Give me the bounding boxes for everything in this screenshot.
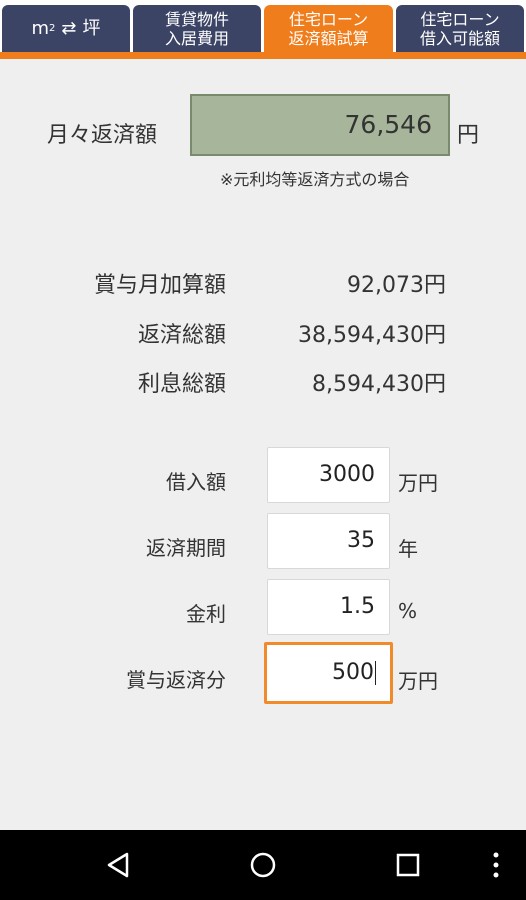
menu-icon: [493, 852, 499, 878]
recents-button[interactable]: [378, 830, 438, 900]
tab-area-converter[interactable]: m2 ⇄ 坪: [2, 5, 130, 52]
system-navigation-bar: [0, 830, 526, 900]
recents-icon: [396, 853, 420, 877]
monthly-payment-label: 月々返済額: [47, 123, 158, 148]
home-button[interactable]: [233, 830, 293, 900]
tab-bar: m2 ⇄ 坪 賃貸物件 入居費用 住宅ローン 返済額試算 住宅ローン 借入可能額: [0, 0, 526, 59]
repayment-period-unit: 年: [398, 537, 418, 561]
bonus-repayment-value: 500: [332, 660, 374, 685]
bonus-repayment-field[interactable]: 500: [264, 642, 393, 704]
tab-loan-capacity-line2: 借入可能額: [419, 28, 500, 48]
total-repayment-value: 38,594,430円: [298, 323, 446, 348]
back-button[interactable]: [88, 830, 148, 900]
bonus-repayment-unit: 万円: [398, 669, 438, 693]
menu-button[interactable]: [466, 830, 526, 900]
tab-loan-repayment[interactable]: 住宅ローン 返済額試算: [264, 5, 393, 52]
total-repayment-label: 返済総額: [137, 323, 226, 348]
unit-tsubo-text: 坪: [82, 18, 101, 39]
calculation-note: ※元利均等返済方式の場合: [220, 170, 410, 189]
content-area: 月々返済額 76,546 円 ※元利均等返済方式の場合 賞与月加算額 92,07…: [0, 59, 526, 830]
loan-amount-unit: 万円: [398, 471, 438, 495]
monthly-payment-value: 76,546: [190, 94, 450, 156]
tab-loan-repayment-line2: 返済額試算: [288, 28, 369, 48]
tab-underline: [0, 52, 526, 59]
loan-amount-label: 借入額: [166, 470, 226, 494]
tab-loan-capacity[interactable]: 住宅ローン 借入可能額: [396, 5, 524, 52]
total-interest-label: 利息総額: [137, 372, 226, 397]
home-icon: [250, 852, 276, 878]
bonus-month-addition-value: 92,073円: [347, 273, 446, 298]
text-caret: [375, 661, 376, 685]
interest-rate-unit: %: [398, 599, 418, 623]
interest-rate-field[interactable]: 1.5: [267, 579, 390, 635]
tab-rental-cost-line2: 入居費用: [164, 28, 229, 48]
tab-rental-cost-line1: 賃貸物件: [164, 9, 229, 29]
tab-loan-capacity-line1: 住宅ローン: [420, 9, 500, 29]
bonus-repayment-label: 賞与返済分: [126, 668, 226, 692]
tab-rental-cost[interactable]: 賃貸物件 入居費用: [133, 5, 261, 52]
unit-m-text: m: [31, 18, 50, 39]
loan-amount-field[interactable]: 3000: [267, 447, 390, 503]
tab-loan-repayment-line1: 住宅ローン: [288, 9, 369, 29]
back-icon: [107, 852, 129, 878]
tab-area-converter-label: m2 ⇄ 坪: [31, 19, 100, 38]
monthly-payment-unit: 円: [457, 123, 480, 148]
repayment-period-field[interactable]: 35: [267, 513, 390, 569]
repayment-period-label: 返済期間: [146, 536, 226, 560]
bonus-month-addition-label: 賞与月加算額: [93, 273, 226, 298]
interest-rate-label: 金利: [186, 602, 226, 626]
total-interest-value: 8,594,430円: [312, 372, 446, 397]
swap-arrows-icon: ⇄: [61, 18, 77, 39]
unit-sup-text: 2: [49, 23, 56, 34]
